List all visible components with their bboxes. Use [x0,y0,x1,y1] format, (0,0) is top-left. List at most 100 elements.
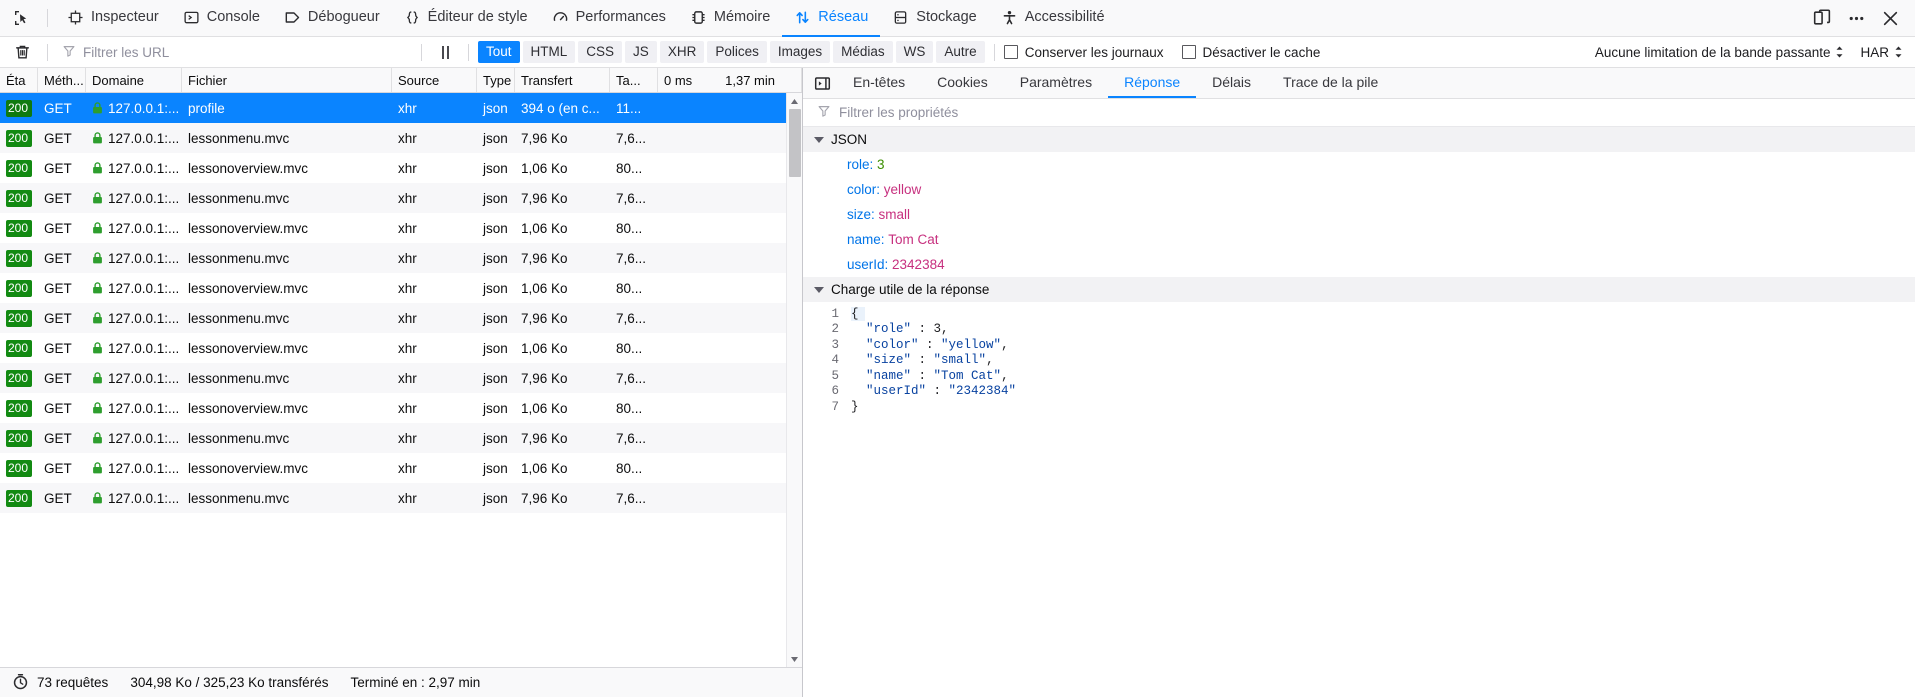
cell-file: lessonoverview.mvc [188,280,309,296]
json-property-row[interactable]: role: 3 [803,152,1915,177]
payload-code-view[interactable]: 1{2 "role" : 3, 3 "color" : "yellow", 4 "s… [803,302,1915,415]
cell-status: 200 [0,369,38,387]
filter-chip-html[interactable]: HTML [522,41,576,63]
details-tab-en-tetes[interactable]: En-têtes [837,68,921,98]
table-row[interactable]: 200 GET 127.0.0.1:... lessonoverview.mvc xhr… [0,333,802,363]
table-row[interactable]: 200 GET 127.0.0.1:... lessonmenu.mvc xhr json… [0,243,802,273]
tab-stockage[interactable]: Stockage [880,0,988,37]
filter-chip-polices[interactable]: Polices [707,41,767,63]
column-header-method[interactable]: Méth... [38,68,86,92]
status-badge: 200 [6,159,32,177]
cell-status: 200 [0,429,38,447]
property-filter-input[interactable]: Filtrer les propriétés [803,99,1915,127]
details-tab-trace-de-la-pile[interactable]: Trace de la pile [1267,68,1394,98]
table-row[interactable]: 200 GET 127.0.0.1:... lessonoverview.mvc xhr… [0,453,802,483]
table-row[interactable]: 200 GET 127.0.0.1:... lessonoverview.mvc xhr… [0,273,802,303]
column-header-file[interactable]: Fichier [182,68,392,92]
cell-method: GET [44,130,72,146]
pause-icon[interactable] [431,40,459,64]
trash-icon[interactable] [6,39,38,65]
search-input[interactable]: Filtrer les URL [57,41,412,63]
chevron-down-icon[interactable] [814,286,824,293]
column-header-source[interactable]: Source [392,68,477,92]
details-tab-cookies[interactable]: Cookies [921,68,1004,98]
cell-file: lessonoverview.mvc [188,460,309,476]
tab-label: Stockage [916,9,977,25]
table-row[interactable]: 200 GET 127.0.0.1:... lessonmenu.mvc xhr json… [0,123,802,153]
close-icon[interactable] [1875,4,1905,32]
filter-chip-autre[interactable]: Autre [936,41,985,63]
code-line: 1{ [803,306,1915,322]
column-header-size[interactable]: Ta... [610,68,658,92]
table-row[interactable]: 200 GET 127.0.0.1:... lessonmenu.mvc xhr json… [0,303,802,333]
table-body[interactable]: 200 GET 127.0.0.1:... profile xhr json 394 o (… [0,93,802,667]
column-header-transfer[interactable]: Transfert [515,68,610,92]
responsive-design-mode-icon[interactable] [1807,4,1837,32]
tab-memoire[interactable]: Mémoire [678,0,782,37]
cell-status: 200 [0,279,38,297]
chevron-updown-icon [1894,45,1903,59]
tab-inspecteur[interactable]: Inspecteur [55,0,171,37]
tab-console[interactable]: Console [171,0,272,37]
filter-chip-images[interactable]: Images [769,41,831,63]
cell-transfer: 7,96 Ko [521,250,568,266]
table-row[interactable]: 200 GET 127.0.0.1:... profile xhr json 394 o (… [0,93,802,123]
tab-debogueur[interactable]: Débogueur [272,0,392,37]
tab-editeur-de-style[interactable]: Éditeur de style [392,0,540,37]
throttling-dropdown[interactable]: Aucune limitation de la bande passante [1595,45,1845,60]
filter-chip-xhr[interactable]: XHR [659,41,705,63]
accessibility-icon [1001,9,1018,26]
table-row[interactable]: 200 GET 127.0.0.1:... lessonoverview.mvc xhr… [0,213,802,243]
table-row[interactable]: 200 GET 127.0.0.1:... lessonmenu.mvc xhr json… [0,483,802,513]
scroll-down-arrow-icon[interactable] [787,651,803,667]
inspector-icon [67,9,84,26]
column-header-domain[interactable]: Domaine [86,68,182,92]
status-badge: 200 [6,369,32,387]
table-row[interactable]: 200 GET 127.0.0.1:... lessonmenu.mvc xhr json… [0,423,802,453]
panel-toggle-icon[interactable] [807,68,837,98]
persist-logs-checkbox[interactable]: Conserver les journaux [1003,45,1164,60]
payload-section-header[interactable]: Charge utile de la réponse [803,277,1915,302]
chevron-down-icon[interactable] [814,136,824,143]
filter-chip-tout[interactable]: Tout [478,41,520,63]
table-row[interactable]: 200 GET 127.0.0.1:... lessonoverview.mvc xhr… [0,393,802,423]
cell-method: GET [44,490,72,506]
column-header-status[interactable]: Éta [0,68,38,92]
table-row[interactable]: 200 GET 127.0.0.1:... lessonmenu.mvc xhr json… [0,363,802,393]
element-picker-icon[interactable] [6,4,38,32]
json-property-row[interactable]: color: yellow [803,177,1915,202]
filter-chip-ws[interactable]: WS [895,41,934,63]
filter-chip-js[interactable]: JS [625,41,657,63]
tab-performances[interactable]: Performances [540,0,678,37]
har-dropdown[interactable]: HAR [1860,45,1903,60]
scrollbar-track[interactable] [787,109,803,651]
json-property-row[interactable]: size: small [803,202,1915,227]
column-header-timeline[interactable]: 0 ms 1,37 min [658,68,802,92]
filter-chip-medias[interactable]: Médias [833,41,893,63]
meatball-menu-icon[interactable] [1841,4,1871,32]
tab-reseau[interactable]: Réseau [782,0,881,37]
details-tab-delais[interactable]: Délais [1196,68,1267,98]
status-badge: 200 [6,429,32,447]
lock-icon [93,342,102,354]
tab-accessibilite[interactable]: Accessibilité [989,0,1117,37]
json-property-row[interactable]: name: Tom Cat [803,227,1915,252]
tab-label: Accessibilité [1024,9,1105,25]
column-header-type[interactable]: Type [477,68,515,92]
table-row[interactable]: 200 GET 127.0.0.1:... lessonmenu.mvc xhr json… [0,183,802,213]
cell-transfer: 1,06 Ko [521,400,568,416]
table-row[interactable]: 200 GET 127.0.0.1:... lessonoverview.mvc xhr… [0,153,802,183]
details-tab-reponse[interactable]: Réponse [1108,68,1197,98]
vertical-scrollbar[interactable] [786,93,802,667]
cell-type: json [483,250,508,266]
json-property-row[interactable]: userId: 2342384 [803,252,1915,277]
status-badge: 200 [6,189,32,207]
filter-chip-css[interactable]: CSS [578,41,623,63]
scroll-up-arrow-icon[interactable] [787,93,803,109]
scrollbar-thumb[interactable] [788,109,801,177]
filter-divider [47,43,48,61]
disable-cache-checkbox[interactable]: Désactiver le cache [1181,45,1320,60]
cell-method: GET [44,430,72,446]
json-section-header[interactable]: JSON [803,127,1915,152]
details-tab-parametres[interactable]: Paramètres [1004,68,1108,98]
